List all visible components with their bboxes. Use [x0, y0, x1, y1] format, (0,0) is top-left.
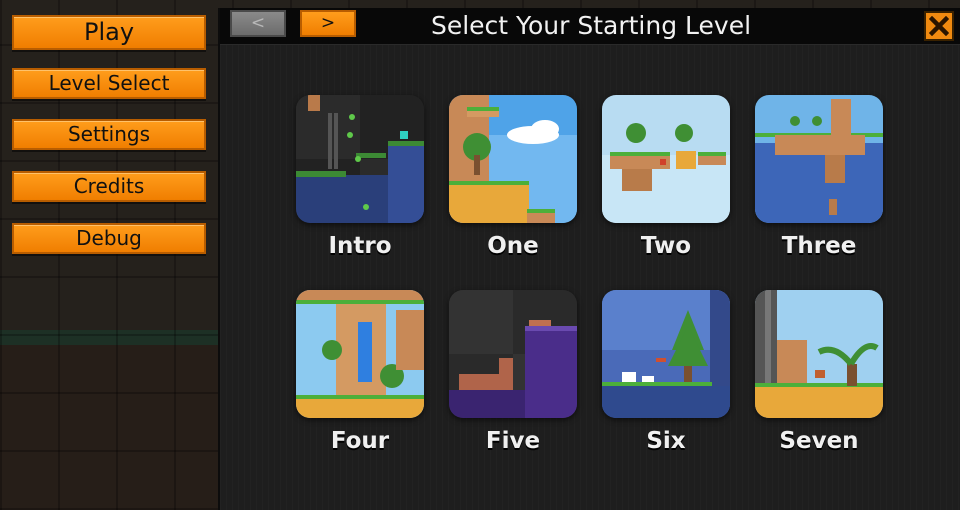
level-tile-two[interactable]: Two	[602, 95, 730, 259]
dialog-title-bar: < > Select Your Starting Level	[220, 8, 960, 45]
level-thumbnail-intro	[296, 95, 424, 223]
level-label-two: Two	[640, 233, 692, 259]
level-label-six: Six	[646, 428, 686, 454]
play-button[interactable]: Play	[12, 15, 206, 50]
level-thumbnail-five	[449, 290, 577, 418]
level-tile-three[interactable]: Three	[755, 95, 883, 259]
level-tile-five[interactable]: Five	[449, 290, 577, 454]
level-tile-intro[interactable]: Intro	[296, 95, 424, 259]
level-thumbnail-two	[602, 95, 730, 223]
level-select-button[interactable]: Level Select	[12, 68, 206, 99]
level-thumbnail-four	[296, 290, 424, 418]
level-select-dialog: < > Select Your Starting Level Intro One…	[218, 8, 960, 510]
level-tile-six[interactable]: Six	[602, 290, 730, 454]
level-label-seven: Seven	[779, 428, 859, 454]
level-label-one: One	[487, 233, 539, 259]
close-button[interactable]	[924, 11, 954, 41]
level-thumbnail-seven	[755, 290, 883, 418]
level-tile-one[interactable]: One	[449, 95, 577, 259]
level-label-three: Three	[781, 233, 857, 259]
level-thumbnail-three	[755, 95, 883, 223]
settings-button[interactable]: Settings	[12, 119, 206, 150]
dialog-title: Select Your Starting Level	[430, 11, 752, 40]
level-tile-seven[interactable]: Seven	[755, 290, 883, 454]
close-x-icon	[929, 16, 949, 36]
level-label-four: Four	[330, 428, 390, 454]
debug-button[interactable]: Debug	[12, 223, 206, 254]
level-label-intro: Intro	[328, 233, 392, 259]
level-thumbnail-one	[449, 95, 577, 223]
level-label-five: Five	[485, 428, 541, 454]
level-tile-four[interactable]: Four	[296, 290, 424, 454]
credits-button[interactable]: Credits	[12, 171, 206, 202]
level-thumbnail-six	[602, 290, 730, 418]
